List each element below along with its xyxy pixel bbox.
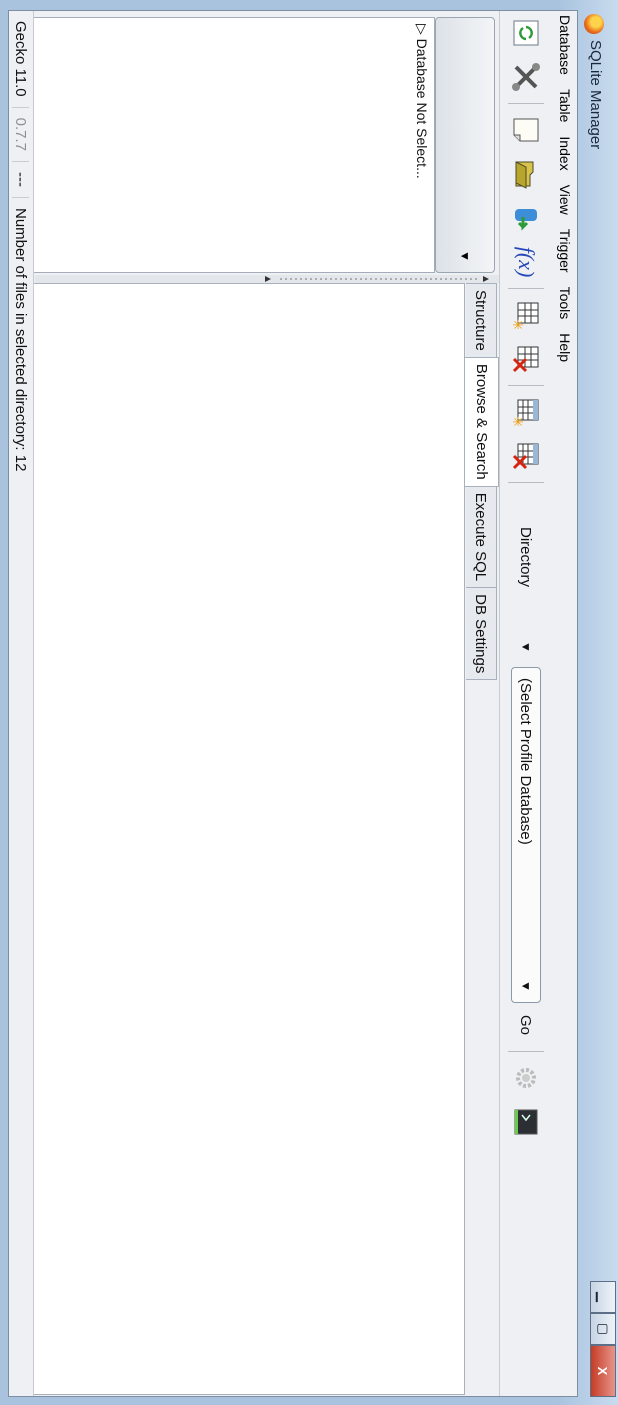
maximize-button[interactable]: ▢ — [590, 1313, 616, 1345]
client-area: Database Table Index View Trigger Tools … — [8, 10, 578, 1397]
title-bar: SQLite Manager ▁ ▢ X — [578, 0, 618, 1405]
go-button[interactable]: Go — [518, 1003, 535, 1047]
tab-panel — [33, 283, 465, 1395]
tools-wrench-icon[interactable] — [508, 59, 544, 95]
tab-structure[interactable]: Structure — [466, 283, 497, 358]
chevron-down-icon: ▼ — [519, 980, 533, 992]
directory-dropdown-arrow[interactable]: ▼ — [519, 627, 533, 667]
object-type-dropdown[interactable]: ▼ — [435, 17, 495, 273]
app-window: SQLite Manager ▁ ▢ X Database Table Inde… — [0, 0, 618, 1405]
tab-strip: Structure Browse & Search Execute SQL DB… — [465, 283, 499, 681]
tab-browse-search[interactable]: Browse & Search — [465, 356, 499, 487]
user-functions-icon[interactable]: f(x) — [508, 244, 544, 280]
window-controls: ▁ ▢ X — [590, 1281, 616, 1397]
database-tree[interactable]: ▷ Database Not Select... — [33, 17, 435, 273]
toolbar: f(x) ✳ ✳ Directory ▼ (Select Profile Dat… — [499, 11, 552, 1396]
sidebar: ▼ ▷ Database Not Select... — [33, 11, 499, 273]
menu-bar: Database Table Index View Trigger Tools … — [553, 11, 577, 1396]
create-table-icon[interactable]: ✳ — [508, 297, 544, 333]
status-bar: Gecko 11.0 0.7.7 --- Number of files in … — [9, 11, 34, 1396]
open-database-icon[interactable] — [508, 156, 544, 192]
status-dashes: --- — [12, 161, 30, 198]
close-button[interactable]: X — [590, 1345, 616, 1397]
menu-help[interactable]: Help — [557, 329, 573, 372]
svg-text:✳: ✳ — [512, 319, 525, 329]
menu-view[interactable]: View — [557, 181, 573, 225]
firefox-app-icon — [584, 14, 604, 34]
menu-table[interactable]: Table — [557, 85, 573, 132]
toolbar-separator — [508, 385, 544, 386]
menu-index[interactable]: Index — [557, 132, 573, 180]
profile-database-select[interactable]: (Select Profile Database) ▼ — [511, 667, 541, 1003]
main-panel: Structure Browse & Search Execute SQL DB… — [33, 283, 499, 1395]
menu-database[interactable]: Database — [557, 11, 573, 85]
drop-index-icon[interactable] — [508, 438, 544, 474]
gear-icon[interactable] — [508, 1060, 544, 1096]
version-status: 0.7.7 — [12, 107, 30, 162]
drop-table-icon[interactable] — [508, 341, 544, 377]
tab-execute-sql[interactable]: Execute SQL — [466, 485, 497, 589]
toolbar-separator — [508, 1051, 544, 1052]
directory-label[interactable]: Directory — [518, 487, 535, 627]
new-database-icon[interactable] — [508, 112, 544, 148]
svg-text:✳: ✳ — [512, 416, 525, 426]
tree-item-database[interactable]: ▷ Database Not Select... — [413, 24, 430, 179]
status-message: Number of files in selected directory: 1… — [12, 207, 30, 472]
create-index-icon[interactable]: ✳ — [508, 394, 544, 430]
menu-tools[interactable]: Tools — [557, 283, 573, 330]
chevron-down-icon: ▼ — [458, 250, 472, 262]
toolbar-separator — [508, 103, 544, 104]
menu-trigger[interactable]: Trigger — [557, 225, 573, 283]
minimize-button[interactable]: ▁ — [590, 1281, 616, 1313]
tab-db-settings[interactable]: DB Settings — [466, 587, 497, 681]
window-title: SQLite Manager — [587, 40, 604, 150]
reconnect-icon[interactable] — [508, 15, 544, 51]
console-icon[interactable] — [508, 1104, 544, 1140]
profile-select-value: (Select Profile Database) — [517, 678, 535, 845]
pane-splitter[interactable] — [35, 275, 499, 283]
engine-status: Gecko 11.0 — [12, 11, 30, 108]
export-icon[interactable] — [508, 200, 544, 236]
toolbar-separator — [508, 288, 544, 289]
toolbar-separator — [508, 482, 544, 483]
